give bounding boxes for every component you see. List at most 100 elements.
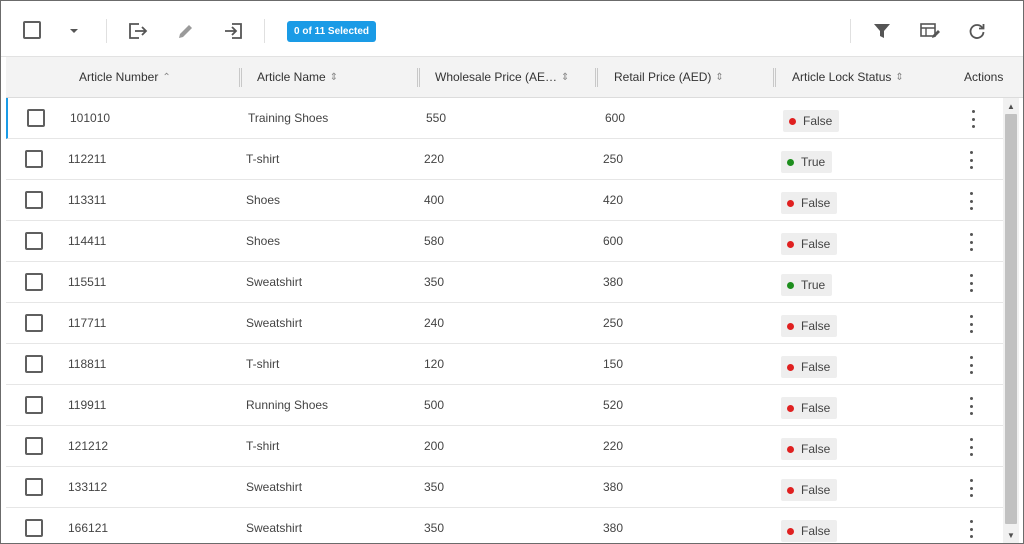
header-article-number[interactable]: Article Number ⌃	[79, 57, 171, 97]
row-select-checkbox[interactable]	[27, 109, 45, 127]
cell-article-number: 101010	[70, 111, 111, 125]
status-dot-icon	[787, 199, 794, 207]
row-actions-menu-icon[interactable]	[964, 438, 978, 456]
header-label: Wholesale Price (AE…	[435, 70, 558, 84]
lock-status-label: True	[801, 155, 826, 169]
lock-status-badge: False	[781, 520, 838, 542]
cell-article-name: Shoes	[246, 234, 281, 248]
lock-status-badge: False	[781, 192, 838, 214]
row-select-checkbox[interactable]	[25, 437, 43, 455]
cell-retail-price: 380	[603, 480, 624, 494]
row-select-checkbox[interactable]	[25, 478, 43, 496]
row-select-checkbox[interactable]	[25, 314, 43, 332]
row-actions-menu-icon[interactable]	[964, 192, 978, 210]
row-actions-menu-icon[interactable]	[966, 110, 980, 128]
edit-icon	[179, 25, 192, 38]
kebab-dot	[969, 535, 973, 538]
grid-toolbar: 0 of 11 Selected	[1, 1, 1023, 57]
select-options-dropdown[interactable]	[67, 25, 81, 37]
kebab-dot	[969, 363, 973, 367]
scrollbar-thumb[interactable]	[1005, 114, 1017, 524]
caret-down-icon	[70, 29, 78, 33]
scroll-up-arrow-icon[interactable]: ▲	[1003, 99, 1019, 113]
header-retail-price[interactable]: Retail Price (AED) ⇕	[614, 57, 724, 97]
table-row[interactable]: 113311 Shoes 400 420 False	[6, 180, 1003, 221]
column-resize-handle[interactable]	[239, 68, 242, 87]
cell-retail-price: 520	[603, 398, 624, 412]
table-row[interactable]: 119911 Running Shoes 500 520 False	[6, 385, 1003, 426]
column-resize-handle[interactable]	[773, 68, 776, 87]
cell-article-number: 119911	[68, 398, 107, 412]
table-row[interactable]: 166121 Sweatshirt 350 380 False	[6, 508, 1003, 543]
kebab-dot	[969, 248, 973, 251]
table-row[interactable]: 101010 Training Shoes 550 600 False	[6, 98, 1003, 139]
row-select-checkbox[interactable]	[25, 355, 43, 373]
sort-toggle-icon: ⇕	[715, 71, 724, 83]
row-select-checkbox[interactable]	[25, 191, 43, 209]
kebab-dot	[969, 404, 973, 408]
row-actions-menu-icon[interactable]	[964, 520, 978, 538]
cell-article-name: Sweatshirt	[246, 480, 303, 494]
cell-article-name: Running Shoes	[246, 398, 329, 412]
lock-status-badge: False	[781, 233, 838, 255]
lock-status-label: False	[801, 442, 831, 456]
table-row[interactable]: 133112 Sweatshirt 350 380 False	[6, 467, 1003, 508]
cell-retail-price: 150	[603, 357, 624, 371]
cell-retail-price: 220	[603, 439, 624, 453]
row-actions-menu-icon[interactable]	[964, 151, 978, 169]
cell-article-number: 112211	[68, 152, 107, 166]
row-actions-menu-icon[interactable]	[964, 274, 978, 292]
row-actions-menu-icon[interactable]	[964, 315, 978, 333]
cell-article-name: T-shirt	[246, 357, 280, 371]
export-icon	[129, 23, 148, 39]
filter-button[interactable]	[871, 20, 893, 42]
scroll-down-arrow-icon[interactable]: ▼	[1003, 528, 1019, 542]
header-label: Article Number	[79, 70, 159, 84]
row-select-checkbox[interactable]	[25, 150, 43, 168]
column-settings-button[interactable]	[918, 20, 942, 42]
cell-article-number: 113311	[68, 193, 107, 207]
header-wholesale-price[interactable]: Wholesale Price (AE… ⇕	[435, 57, 569, 97]
vertical-scrollbar[interactable]: ▲ ▼	[1003, 98, 1019, 543]
export-button[interactable]	[126, 20, 150, 42]
row-select-checkbox[interactable]	[25, 519, 43, 537]
kebab-dot	[969, 322, 973, 326]
import-icon	[225, 23, 242, 39]
header-article-lock-status[interactable]: Article Lock Status ⇕	[792, 57, 904, 97]
select-all-checkbox[interactable]	[23, 21, 41, 39]
kebab-dot	[969, 158, 973, 162]
row-actions-menu-icon[interactable]	[964, 356, 978, 374]
table-header: Article Number ⌃ Article Name ⇕ Wholesal…	[6, 57, 1023, 98]
row-select-checkbox[interactable]	[25, 273, 43, 291]
table-row[interactable]: 118811 T-shirt 120 150 False	[6, 344, 1003, 385]
lock-status-badge: False	[781, 438, 838, 460]
sort-toggle-icon: ⇕	[895, 71, 904, 83]
table-row[interactable]: 114411 Shoes 580 600 False	[6, 221, 1003, 262]
cell-retail-price: 250	[603, 316, 624, 330]
sort-toggle-icon: ⇕	[329, 71, 339, 83]
row-actions-menu-icon[interactable]	[964, 397, 978, 415]
cell-article-number: 166121	[68, 521, 109, 535]
import-button[interactable]	[221, 20, 245, 42]
header-label: Article Name	[257, 70, 326, 84]
column-resize-handle[interactable]	[417, 68, 420, 87]
table-row[interactable]: 112211 T-shirt 220 250 True	[6, 139, 1003, 180]
row-select-checkbox[interactable]	[25, 396, 43, 414]
lock-status-label: True	[801, 278, 826, 292]
toolbar-divider	[850, 19, 851, 43]
row-select-checkbox[interactable]	[25, 232, 43, 250]
header-article-name[interactable]: Article Name ⇕	[257, 57, 338, 97]
column-resize-handle[interactable]	[595, 68, 598, 87]
row-actions-menu-icon[interactable]	[964, 479, 978, 497]
lock-status-badge: False	[781, 356, 838, 378]
kebab-dot	[969, 207, 973, 210]
table-row[interactable]: 115511 Sweatshirt 350 380 True	[6, 262, 1003, 303]
row-actions-menu-icon[interactable]	[964, 233, 978, 251]
status-dot-icon	[787, 404, 794, 412]
cell-retail-price: 600	[605, 111, 626, 125]
table-row[interactable]: 117711 Sweatshirt 240 250 False	[6, 303, 1003, 344]
cell-article-number: 121212	[68, 439, 109, 453]
table-row[interactable]: 121212 T-shirt 200 220 False	[6, 426, 1003, 467]
edit-button[interactable]	[175, 20, 197, 42]
refresh-button[interactable]	[966, 20, 988, 42]
